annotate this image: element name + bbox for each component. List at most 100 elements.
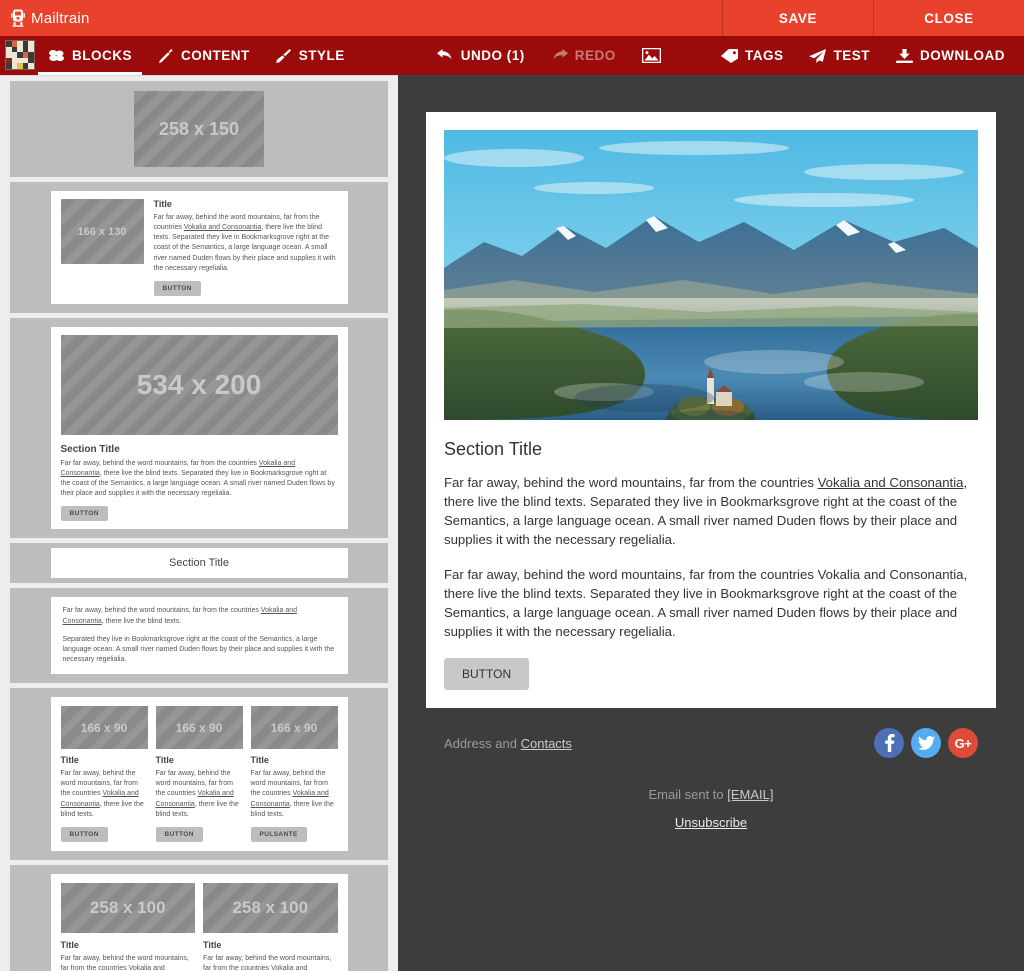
inline-link[interactable]: Vokalia and Consonantia	[184, 224, 261, 231]
block-button[interactable]: BUTTON	[60, 506, 108, 522]
footer-top-row: Address and Contacts G+	[444, 728, 978, 759]
save-button[interactable]: SAVE	[722, 0, 873, 36]
undo-arrow-icon	[436, 48, 454, 63]
tab-content-label: CONTENT	[181, 48, 250, 63]
image-placeholder: 258 x 100	[203, 882, 338, 933]
image-icon	[641, 48, 661, 63]
column-title: Title	[250, 755, 269, 766]
block-title: Section Title	[169, 557, 229, 570]
block-heading-only[interactable]: Section Title	[10, 543, 388, 584]
column[interactable]: 258 x 100 Title Far far away, behind the…	[203, 882, 338, 971]
column-title: Title	[203, 939, 222, 950]
tab-style-label: STYLE	[298, 48, 345, 63]
google-plus-glyph: G+	[954, 735, 972, 751]
email-footer: Address and Contacts G+ Email sent to [E…	[426, 708, 996, 832]
facebook-icon[interactable]	[874, 728, 904, 759]
tags-button[interactable]: TAGS	[708, 36, 797, 75]
column-title: Title	[60, 939, 79, 950]
column[interactable]: 166 x 90 Title Far far away, behind the …	[250, 706, 338, 842]
editor-toolbar: BLOCKS CONTENT STYLE UNDO (1) REDO TAGS …	[0, 36, 1024, 75]
toolbar-history: UNDO (1) REDO	[424, 36, 674, 75]
column[interactable]: 166 x 90 Title Far far away, behind the …	[60, 706, 148, 842]
email-paragraph-1: Far far away, behind the word mountains,…	[444, 475, 968, 548]
image-placeholder: 534 x 200	[60, 334, 338, 435]
header-actions: SAVE CLOSE	[722, 0, 1024, 36]
close-button[interactable]: CLOSE	[873, 0, 1024, 36]
column-button[interactable]: BUTTON	[155, 826, 203, 842]
pencil-icon	[158, 48, 174, 63]
app-header: Mailtrain SAVE CLOSE	[0, 0, 1024, 36]
tags-label: TAGS	[744, 48, 784, 63]
hero-image[interactable]	[444, 130, 978, 420]
block-title: Section Title	[60, 443, 120, 455]
footer-unsubscribe: Unsubscribe	[444, 814, 978, 832]
column-text: Far far away, behind the word mountains,…	[155, 770, 239, 818]
image-tool-button[interactable]	[629, 36, 674, 75]
redo-label: REDO	[574, 48, 616, 63]
block-paragraph-2: Separated they live in Bookmarksgrove ri…	[62, 635, 335, 663]
image-placeholder: 258 x 150	[134, 91, 264, 167]
image-placeholder: 166 x 130	[60, 199, 144, 264]
test-button[interactable]: TEST	[796, 36, 883, 75]
unsubscribe-link[interactable]: Unsubscribe	[675, 815, 747, 830]
toolbar-left-tabs: BLOCKS CONTENT STYLE	[35, 36, 358, 75]
email-paragraph-2: Far far away, behind the word mountains,…	[444, 566, 968, 639]
redo-button[interactable]: REDO	[538, 36, 629, 75]
image-placeholder: 166 x 90	[250, 706, 338, 750]
mosaic-grid-icon[interactable]	[5, 40, 35, 70]
twitter-icon[interactable]	[911, 728, 941, 759]
email-card: Section Title Far far away, behind the w…	[426, 112, 996, 709]
brand-label: Mailtrain	[31, 9, 90, 27]
blocks-icon	[48, 49, 65, 62]
social-links: G+	[874, 728, 978, 759]
redo-arrow-icon	[551, 48, 568, 63]
column-text: Far far away, behind the word mountains,…	[61, 954, 196, 971]
download-label: DOWNLOAD	[920, 48, 1005, 63]
block-text: Far far away, behind the word mountains,…	[60, 459, 335, 498]
block-image-text[interactable]: 166 x 130 Title Far far away, behind the…	[10, 182, 388, 313]
toolbar-right-tools: TAGS TEST DOWNLOAD	[708, 36, 1024, 75]
tag-icon	[720, 48, 738, 63]
test-label: TEST	[833, 48, 870, 63]
column-button[interactable]: PULSANTE	[250, 826, 307, 842]
email-placeholder-link[interactable]: [EMAIL]	[727, 787, 773, 802]
brand: Mailtrain	[0, 0, 722, 36]
brush-icon	[275, 48, 292, 63]
email-preview[interactable]: Section Title Far far away, behind the w…	[398, 75, 1024, 971]
train-icon	[10, 9, 26, 27]
google-plus-icon[interactable]: G+	[948, 728, 978, 759]
block-paragraph-1: Far far away, behind the word mountains,…	[62, 607, 298, 625]
block-button[interactable]: BUTTON	[153, 280, 201, 296]
footer-sent-to: Email sent to [EMAIL]	[648, 787, 774, 803]
block-image-only[interactable]: 258 x 150	[10, 81, 388, 177]
column-title: Title	[60, 755, 79, 766]
column[interactable]: 258 x 100 Title Far far away, behind the…	[60, 882, 196, 971]
image-placeholder: 258 x 100	[60, 882, 195, 933]
block-two-paragraphs[interactable]: Far far away, behind the word mountains,…	[10, 588, 388, 684]
column-text: Far far away, behind the word mountains,…	[203, 954, 338, 971]
column[interactable]: 166 x 90 Title Far far away, behind the …	[155, 706, 243, 842]
block-title: Title	[153, 199, 172, 209]
inline-link[interactable]: Vokalia and Consonantia	[818, 475, 964, 490]
block-two-columns[interactable]: 258 x 100 Title Far far away, behind the…	[10, 864, 388, 971]
tab-style[interactable]: STYLE	[263, 36, 358, 75]
tab-blocks[interactable]: BLOCKS	[35, 36, 145, 75]
column-text: Far far away, behind the word mountains,…	[250, 770, 334, 818]
column-title: Title	[155, 755, 174, 766]
tab-content[interactable]: CONTENT	[145, 36, 263, 75]
block-text: Far far away, behind the word mountains,…	[153, 214, 336, 272]
undo-button[interactable]: UNDO (1)	[424, 36, 538, 75]
contacts-link[interactable]: Contacts	[521, 736, 572, 751]
email-cta-button[interactable]: BUTTON	[444, 658, 530, 691]
download-button[interactable]: DOWNLOAD	[883, 36, 1018, 75]
tab-blocks-label: BLOCKS	[72, 48, 132, 63]
column-button[interactable]: BUTTON	[60, 826, 108, 842]
undo-label: UNDO (1)	[460, 48, 525, 63]
paper-plane-icon	[809, 48, 827, 63]
block-hero-text[interactable]: 534 x 200 Section Title Far far away, be…	[10, 317, 388, 539]
image-placeholder: 166 x 90	[155, 706, 243, 750]
download-icon	[896, 48, 913, 63]
column-text: Far far away, behind the word mountains,…	[60, 770, 144, 818]
blocks-sidebar[interactable]: 258 x 150 166 x 130 Title Far far away, …	[0, 75, 398, 971]
block-three-columns[interactable]: 166 x 90 Title Far far away, behind the …	[10, 688, 388, 860]
